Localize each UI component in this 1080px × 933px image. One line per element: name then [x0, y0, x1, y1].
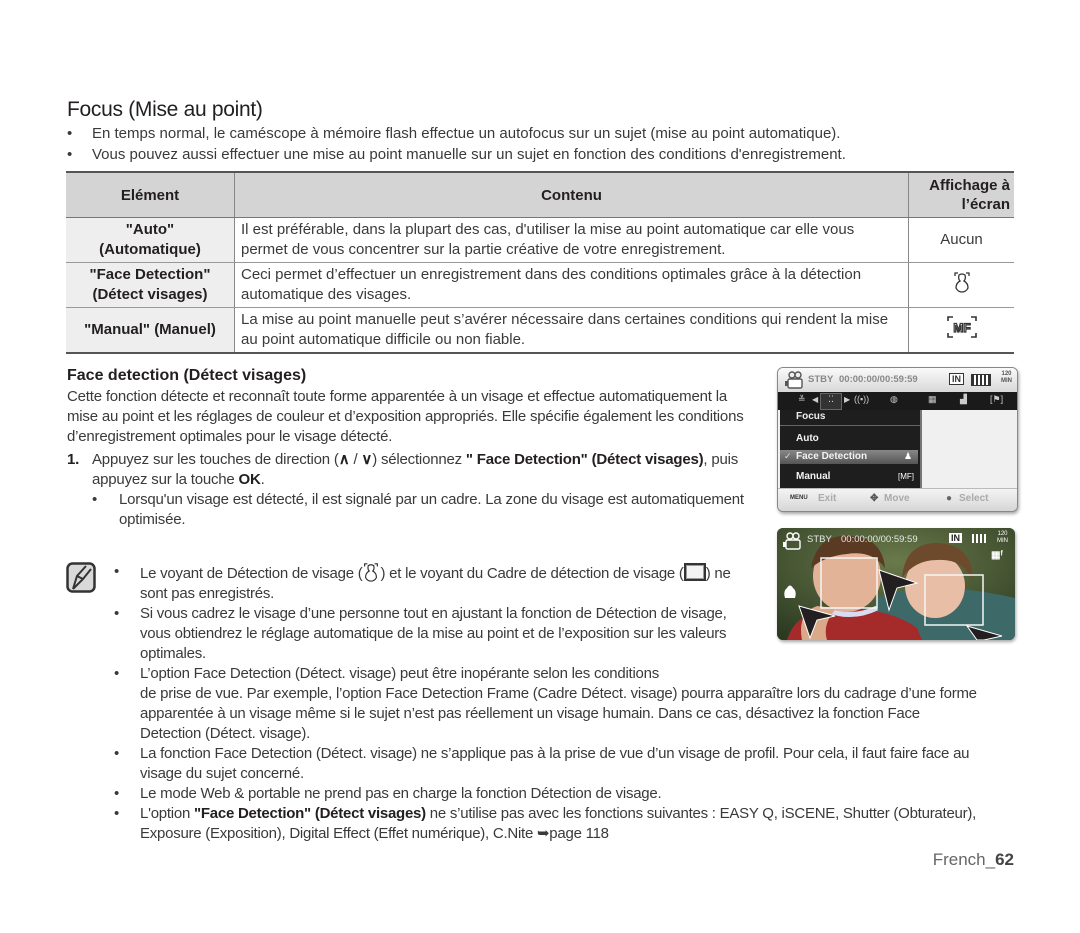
- svg-text:MF: MF: [953, 321, 970, 335]
- note-item: • Le mode Web & portable ne prend pas en…: [114, 785, 662, 802]
- menu-divider: [780, 425, 920, 426]
- element-cell: "Auto" (Automatique): [66, 217, 235, 263]
- check-icon: ✓: [784, 451, 792, 461]
- menu-item-face-detection[interactable]: Face Detection: [796, 451, 867, 462]
- bullet: •: [92, 491, 98, 508]
- remaining-time: 120 MIN: [997, 531, 1008, 544]
- note-item: • Le voyant de Détection de visage ( ) e…: [114, 563, 731, 602]
- menu-key-label: MENU: [790, 495, 808, 501]
- page-title: Focus (Mise au point): [67, 98, 263, 121]
- down-arrow-icon: ∨: [361, 451, 373, 468]
- camera-menu-screenshot: STBY 00:00:00/00:59:59 IN 120 MIN ≚ ◀ ⁚⁚…: [777, 367, 1018, 512]
- face-focus-indicator-icon: ▦ᶠ: [991, 550, 1003, 561]
- camera-live-view-screenshot: STBY 00:00:00/00:59:59 IN 120 MIN ▦ᶠ: [777, 528, 1015, 640]
- note-pencil-icon: [66, 562, 96, 593]
- table-row: "Face Detection" (Détect visages) Ceci p…: [66, 262, 1014, 308]
- timecode: 00:00:00/00:59:59: [841, 534, 918, 545]
- timecode: 00:00:00/00:59:59: [839, 374, 918, 385]
- tab-scene-icon[interactable]: ≚: [798, 394, 806, 405]
- tab-quality-icon[interactable]: ▦: [928, 394, 937, 405]
- tab-flag-icon[interactable]: [⚑]: [990, 394, 1003, 405]
- bullet: •: [67, 125, 73, 142]
- section-heading: Face detection (Détect visages): [67, 367, 307, 384]
- ok-button-icon: ●: [946, 493, 953, 504]
- dpad-icon: ✥: [870, 493, 879, 504]
- header-element: Elément: [66, 171, 235, 218]
- status-mode: STBY: [808, 374, 834, 385]
- face-frame-icon: [683, 563, 706, 581]
- remaining-time: 120 MIN: [1001, 371, 1012, 384]
- tab-stabilizer-icon[interactable]: ((▪)): [854, 394, 869, 404]
- focus-options-table: Elément Contenu Affichage à l’écran "Aut…: [66, 171, 1014, 354]
- note-item: • Si vous cadrez le visage d’une personn…: [114, 605, 727, 662]
- header-display: Affichage à l’écran: [908, 171, 1014, 218]
- element-cell: "Manual" (Manuel): [66, 307, 235, 354]
- storage-badge: IN: [949, 373, 964, 385]
- camcorder-icon: [785, 371, 803, 389]
- face-detection-icon: ♟: [904, 451, 913, 461]
- content-cell: Il est préférable, dans la plupart des c…: [234, 217, 909, 263]
- bullet: •: [67, 145, 73, 163]
- content-cell: La mise au point manuelle peut s’avérer …: [234, 307, 909, 354]
- exit-button[interactable]: Exit: [818, 493, 836, 504]
- tab-effect-icon[interactable]: ◍: [890, 394, 898, 405]
- manual-focus-icon: MF: [946, 316, 977, 338]
- menu-title: Focus: [796, 411, 826, 422]
- display-cell: [908, 262, 1014, 308]
- tab-right-arrow-icon[interactable]: ▶: [844, 395, 850, 404]
- status-mode: STBY: [807, 534, 832, 545]
- note-item: • La fonction Face Detection (Détect. vi…: [114, 745, 970, 782]
- camera-menu-tabs: ≚ ◀ ⁚⁚ ▶ ((▪)) ◍ ▦ ▟ [⚑]: [778, 392, 1017, 410]
- battery-icon: [972, 534, 988, 543]
- up-arrow-icon: ∧: [338, 451, 350, 468]
- storage-badge: IN: [949, 533, 962, 543]
- camcorder-icon: [783, 532, 801, 550]
- face-detection-icon: [953, 272, 970, 293]
- select-button[interactable]: Select: [959, 493, 988, 504]
- step-number: 1.: [67, 451, 80, 468]
- battery-icon: [971, 374, 991, 386]
- menu-item-manual[interactable]: Manual: [796, 471, 830, 482]
- camera-status-bar: STBY 00:00:00/00:59:59 IN 120 MIN: [778, 368, 1017, 392]
- step-sub-bullet: • Lorsqu'un visage est détecté, il est s…: [92, 491, 744, 528]
- menu-item-auto[interactable]: Auto: [796, 433, 819, 444]
- move-button[interactable]: Move: [884, 493, 910, 504]
- table-header-row: Elément Contenu Affichage à l’écran: [66, 171, 1014, 218]
- element-cell: "Face Detection" (Détect visages): [66, 262, 235, 308]
- tab-focus-icon[interactable]: ⁚⁚: [820, 393, 842, 410]
- intro-list: • En temps normal, le caméscope à mémoir…: [67, 124, 1027, 165]
- page-reference-link[interactable]: page 118: [549, 825, 609, 842]
- note-item: • L'option "Face Detection" (Détect visa…: [114, 805, 977, 842]
- intro-bullet: • Vous pouvez aussi effectuer une mise a…: [67, 145, 1027, 166]
- display-cell: MF: [908, 307, 1014, 354]
- page-reference-arrow-icon: ➥: [536, 825, 550, 842]
- face-detection-icon: [364, 563, 379, 582]
- content-cell: Ceci permet d’effectuer un enregistremen…: [234, 262, 909, 308]
- display-cell: Aucun: [908, 217, 1014, 263]
- header-content: Contenu: [234, 171, 909, 218]
- tab-left-arrow-icon[interactable]: ◀: [812, 395, 818, 404]
- focus-menu: Focus Auto ✓ Face Detection ♟ Manual [MF…: [780, 410, 922, 490]
- section-description: Cette fonction détecte et reconnaît tout…: [67, 388, 744, 445]
- manual-focus-icon: [MF]: [898, 472, 914, 481]
- note-item: • L’option Face Detection (Détect. visag…: [114, 665, 977, 742]
- tab-resolution-icon[interactable]: ▟: [960, 394, 967, 405]
- intro-bullet: • En temps normal, le caméscope à mémoir…: [67, 124, 1027, 145]
- table-row: "Auto" (Automatique) Il est préférable, …: [66, 217, 1014, 263]
- camera-menu-footer: MENU Exit ✥ Move ● Select: [778, 488, 1017, 511]
- page-number: French_62: [932, 850, 1014, 869]
- step-1: 1. Appuyez sur les touches de direction …: [67, 451, 739, 488]
- table-row: "Manual" (Manuel) La mise au point manue…: [66, 307, 1014, 354]
